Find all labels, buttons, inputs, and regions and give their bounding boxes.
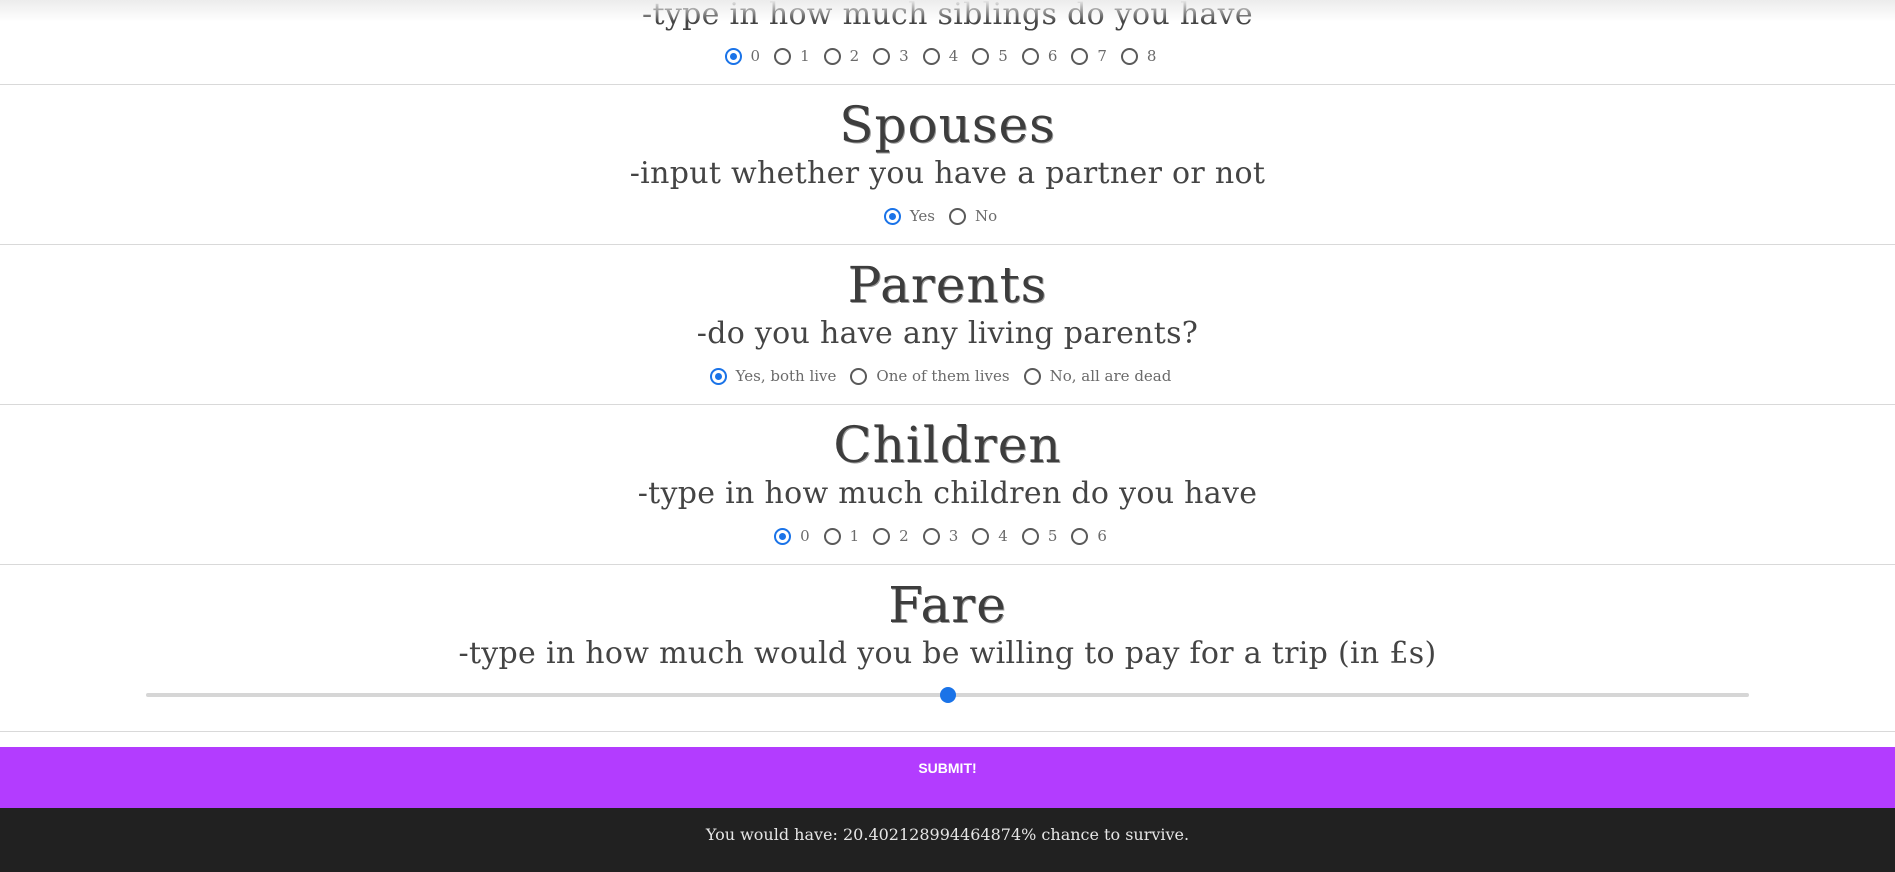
children-option[interactable]: 1 bbox=[823, 527, 860, 545]
parents-radio-group: Yes, both live One of them lives No, all a… bbox=[0, 364, 1895, 388]
siblings-option[interactable]: 4 bbox=[922, 47, 959, 65]
fare-slider[interactable] bbox=[146, 687, 1749, 703]
parents-option[interactable]: No, all are dead bbox=[1023, 367, 1172, 385]
siblings-option[interactable]: 6 bbox=[1021, 47, 1058, 65]
radio-label: 8 bbox=[1146, 47, 1157, 65]
children-option[interactable]: 6 bbox=[1071, 527, 1107, 545]
siblings-section: -type in how much siblings do you have 0… bbox=[0, 0, 1895, 85]
children-section: Children -type in how much children do y… bbox=[0, 405, 1895, 565]
children-subtitle: -type in how much children do you have bbox=[637, 476, 1258, 511]
siblings-option[interactable]: 3 bbox=[873, 47, 909, 65]
spouses-radio-group: Yes No bbox=[0, 204, 1895, 228]
radio-label: One of them lives bbox=[876, 367, 1010, 385]
radio-label: 4 bbox=[998, 527, 1008, 545]
radio-button[interactable] bbox=[850, 367, 868, 385]
siblings-option[interactable]: 2 bbox=[823, 47, 860, 65]
radio-label: 0 bbox=[800, 527, 810, 545]
radio-label: Yes, both live bbox=[735, 367, 837, 385]
radio-button[interactable] bbox=[774, 47, 792, 65]
parents-section: Parents -do you have any living parents?… bbox=[0, 245, 1895, 405]
radio-button[interactable] bbox=[883, 207, 901, 225]
radio-button[interactable] bbox=[1023, 367, 1041, 385]
fare-title: Fare bbox=[888, 576, 1007, 634]
spouses-option[interactable]: Yes bbox=[883, 207, 936, 225]
result-bar: You would have: 20.402128994464874% chan… bbox=[0, 808, 1895, 872]
siblings-option[interactable]: 7 bbox=[1071, 47, 1107, 65]
radio-label: No bbox=[975, 207, 998, 225]
radio-button[interactable] bbox=[1071, 47, 1089, 65]
radio-button[interactable] bbox=[709, 367, 727, 385]
radio-button[interactable] bbox=[724, 47, 742, 65]
children-option[interactable]: 3 bbox=[922, 527, 959, 545]
radio-label: 2 bbox=[849, 47, 860, 65]
radio-button[interactable] bbox=[873, 527, 891, 545]
radio-label: 4 bbox=[948, 47, 959, 65]
radio-button[interactable] bbox=[823, 47, 841, 65]
radio-label: 6 bbox=[1047, 47, 1058, 65]
children-radio-group: 0 1 2 3 4 5 6 bbox=[0, 524, 1895, 548]
radio-label: 6 bbox=[1097, 527, 1107, 545]
children-title: Children bbox=[833, 416, 1062, 474]
radio-label: 7 bbox=[1097, 47, 1107, 65]
siblings-option[interactable]: 8 bbox=[1120, 47, 1157, 65]
parents-option[interactable]: Yes, both live bbox=[709, 367, 837, 385]
submit-button[interactable]: SUBMIT! bbox=[0, 747, 1895, 808]
spouses-option[interactable]: No bbox=[949, 207, 997, 225]
parents-option[interactable]: One of them lives bbox=[850, 367, 1010, 385]
radio-label: Yes bbox=[909, 207, 936, 225]
radio-label: 1 bbox=[849, 527, 860, 545]
survival-result-text: You would have: 20.402128994464874% chan… bbox=[705, 825, 1190, 844]
radio-button[interactable] bbox=[774, 527, 792, 545]
siblings-radio-group: 0 1 2 3 4 5 6 7 8 bbox=[0, 44, 1895, 68]
radio-button[interactable] bbox=[1120, 47, 1138, 65]
radio-button[interactable] bbox=[949, 207, 967, 225]
radio-label: 3 bbox=[948, 527, 959, 545]
radio-label: 0 bbox=[750, 47, 761, 65]
fare-section: Fare -type in how much would you be will… bbox=[0, 565, 1895, 732]
radio-label: No, all are dead bbox=[1049, 367, 1172, 385]
radio-button[interactable] bbox=[1021, 47, 1039, 65]
parents-subtitle: -do you have any living parents? bbox=[696, 316, 1199, 351]
children-option[interactable]: 5 bbox=[1021, 527, 1058, 545]
children-option[interactable]: 4 bbox=[972, 527, 1008, 545]
siblings-option[interactable]: 0 bbox=[724, 47, 761, 65]
children-option[interactable]: 2 bbox=[873, 527, 909, 545]
radio-label: 3 bbox=[899, 47, 909, 65]
parents-title: Parents bbox=[847, 256, 1048, 314]
siblings-option[interactable]: 5 bbox=[972, 47, 1008, 65]
fare-subtitle: -type in how much would you be willing t… bbox=[458, 636, 1437, 671]
spouses-title: Spouses bbox=[839, 96, 1056, 154]
radio-label: 5 bbox=[1047, 527, 1058, 545]
siblings-subtitle: -type in how much siblings do you have bbox=[642, 0, 1253, 32]
radio-button[interactable] bbox=[922, 527, 940, 545]
radio-button[interactable] bbox=[873, 47, 891, 65]
radio-button[interactable] bbox=[972, 527, 990, 545]
page: -type in how much siblings do you have 0… bbox=[0, 0, 1895, 872]
siblings-option[interactable]: 1 bbox=[774, 47, 810, 65]
radio-label: 2 bbox=[899, 527, 909, 545]
radio-button[interactable] bbox=[1021, 527, 1039, 545]
radio-label: 5 bbox=[998, 47, 1008, 65]
radio-label: 1 bbox=[800, 47, 810, 65]
radio-button[interactable] bbox=[1071, 527, 1089, 545]
spouses-section: Spouses -input whether you have a partne… bbox=[0, 85, 1895, 245]
spouses-subtitle: -input whether you have a partner or not bbox=[629, 156, 1266, 191]
radio-button[interactable] bbox=[823, 527, 841, 545]
radio-button[interactable] bbox=[922, 47, 940, 65]
children-option[interactable]: 0 bbox=[774, 527, 810, 545]
submit-label: SUBMIT! bbox=[918, 760, 977, 776]
fare-slider-thumb[interactable] bbox=[939, 687, 956, 703]
radio-button[interactable] bbox=[972, 47, 990, 65]
